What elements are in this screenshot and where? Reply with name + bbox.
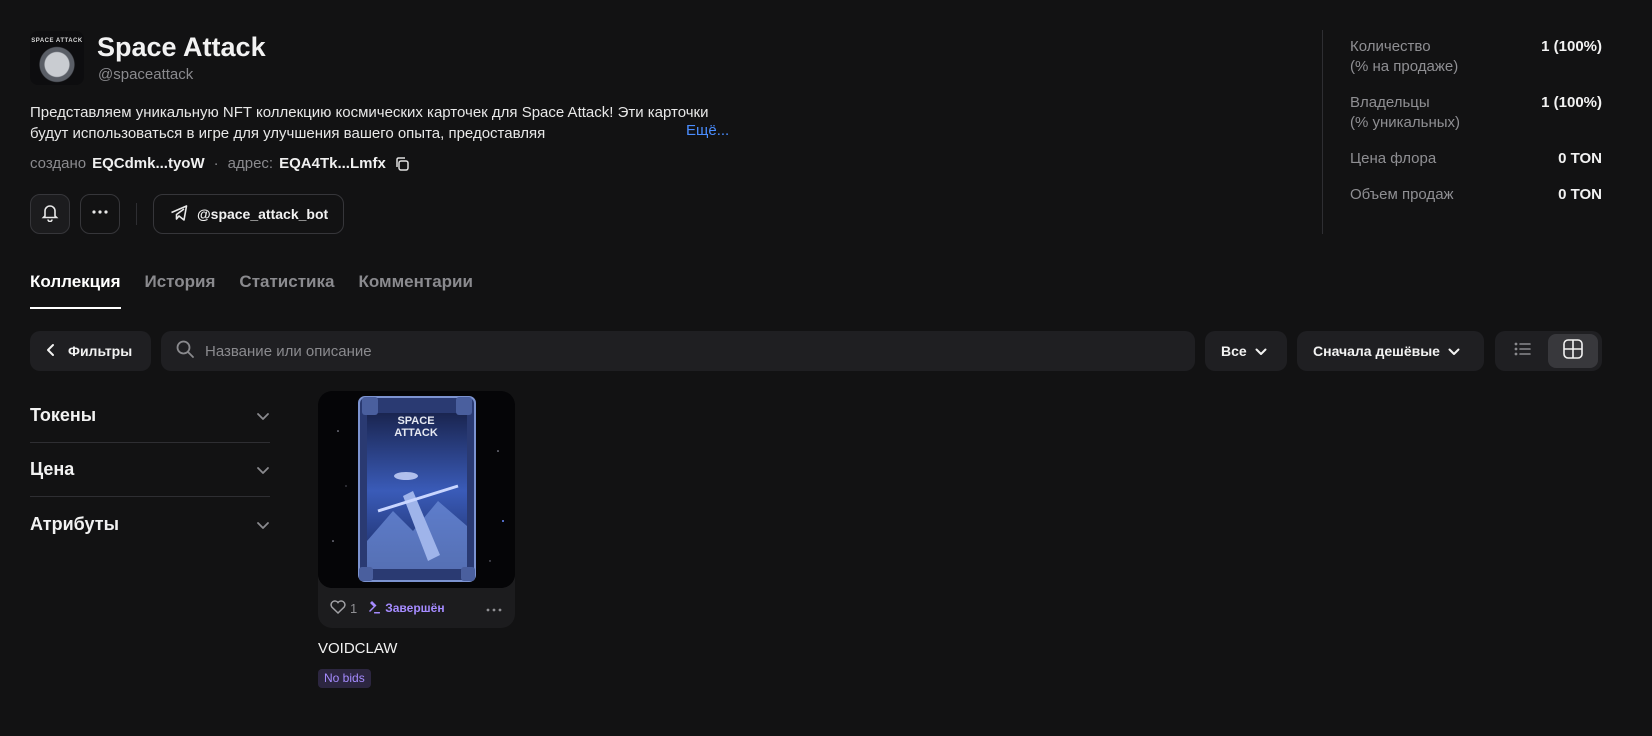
stat-value: 0 TON (1558, 150, 1602, 167)
filters-toggle-button[interactable]: Фильтры (30, 331, 151, 371)
collection-description: Представляем уникальную NFT коллекцию ко… (30, 102, 730, 144)
copy-icon[interactable] (394, 156, 410, 172)
meta-separator: · (213, 155, 219, 172)
type-filter-select[interactable]: Все (1205, 331, 1287, 371)
search-input[interactable] (205, 342, 1105, 360)
collection-title: Space Attack (97, 32, 266, 62)
bell-icon (40, 202, 60, 227)
filters-label: Фильтры (68, 343, 133, 359)
collection-handle: @spaceattack (98, 66, 194, 83)
tab-collection[interactable]: Коллекция (30, 272, 121, 309)
search-bar (161, 331, 1195, 371)
like-button[interactable]: 1 (330, 599, 358, 617)
heart-icon (330, 599, 346, 617)
type-filter-value: Все (1221, 343, 1247, 359)
created-label: создано (30, 155, 87, 172)
chevron-left-icon (46, 343, 68, 360)
address-label: адрес: (227, 155, 274, 172)
description-more-link[interactable]: Ещё... (686, 122, 729, 139)
filter-section-attributes[interactable]: Атрибуты (30, 497, 270, 551)
notify-button[interactable] (30, 194, 70, 234)
stat-floor-price: Цена флора 0 TON (1350, 149, 1602, 169)
telegram-bot-label: @space_attack_bot (197, 206, 329, 222)
view-mode-toggle (1495, 331, 1602, 371)
creator-address[interactable]: EQCdmk...tyoW (92, 155, 205, 172)
avatar-logo-text: SPACE ATTACK (31, 38, 83, 44)
tab-bar: Коллекция История Статистика Комментарии (30, 272, 473, 309)
filter-section-label: Токены (30, 405, 97, 425)
telegram-icon (169, 203, 197, 226)
list-view-icon (1513, 339, 1533, 364)
nft-card-footer: 1 Завершён (318, 588, 515, 628)
stat-owners: Владельцы (% уникальных) 1 (100%) (1350, 93, 1602, 133)
auction-status-label: Завершён (385, 601, 445, 615)
gavel-icon (367, 600, 381, 617)
stat-quantity: Количество (% на продаже) 1 (100%) (1350, 37, 1602, 77)
chevron-down-icon (1247, 343, 1267, 359)
chevron-down-icon (256, 459, 270, 480)
tab-statistics[interactable]: Статистика (239, 272, 334, 309)
tab-comments[interactable]: Комментарии (358, 272, 472, 309)
stats-divider (1322, 30, 1323, 234)
grid-view-button[interactable] (1548, 334, 1598, 368)
stat-value: 1 (100%) (1541, 94, 1602, 111)
stat-volume: Объем продаж 0 TON (1350, 185, 1602, 205)
stat-value: 0 TON (1558, 186, 1602, 203)
nft-card[interactable]: SPACE ATTACK 1 Завершён (318, 391, 515, 628)
chevron-down-icon (1440, 343, 1460, 359)
filter-section-tokens[interactable]: Токены (30, 389, 270, 443)
card-more-button[interactable] (485, 601, 503, 616)
list-view-button[interactable] (1498, 334, 1548, 368)
collection-avatar: SPACE ATTACK (30, 31, 84, 85)
filter-section-label: Цена (30, 459, 75, 479)
sort-select[interactable]: Сначала дешёвые (1297, 331, 1484, 371)
stat-sublabel: (% уникальных) (1350, 114, 1461, 131)
filter-section-price[interactable]: Цена (30, 443, 270, 497)
like-count: 1 (350, 600, 358, 616)
nft-image-logo-text: SPACE ATTACK (394, 415, 438, 439)
more-icon (90, 202, 110, 227)
grid-view-icon (1562, 338, 1584, 365)
sort-value: Сначала дешёвые (1313, 343, 1440, 359)
collection-meta: создано EQCdmk...tyoW · адрес: EQA4Tk...… (30, 155, 410, 172)
nft-image[interactable]: SPACE ATTACK (318, 391, 515, 588)
chevron-down-icon (256, 514, 270, 535)
more-icon (485, 601, 503, 616)
stat-sublabel: (% на продаже) (1350, 58, 1459, 75)
header-divider (136, 203, 137, 225)
nft-name[interactable]: VOIDCLAW (318, 640, 397, 657)
telegram-bot-button[interactable]: @space_attack_bot (153, 194, 345, 234)
filter-section-label: Атрибуты (30, 513, 119, 534)
description-text: Представляем уникальную NFT коллекцию ко… (30, 104, 709, 142)
more-options-button[interactable] (80, 194, 120, 234)
bid-status-badge: No bids (318, 669, 371, 688)
tab-history[interactable]: История (145, 272, 216, 309)
auction-status: Завершён (367, 600, 445, 617)
search-icon (175, 339, 195, 364)
stat-value: 1 (100%) (1541, 38, 1602, 55)
chevron-down-icon (256, 405, 270, 426)
collection-address[interactable]: EQA4Tk...Lmfx (279, 155, 386, 172)
